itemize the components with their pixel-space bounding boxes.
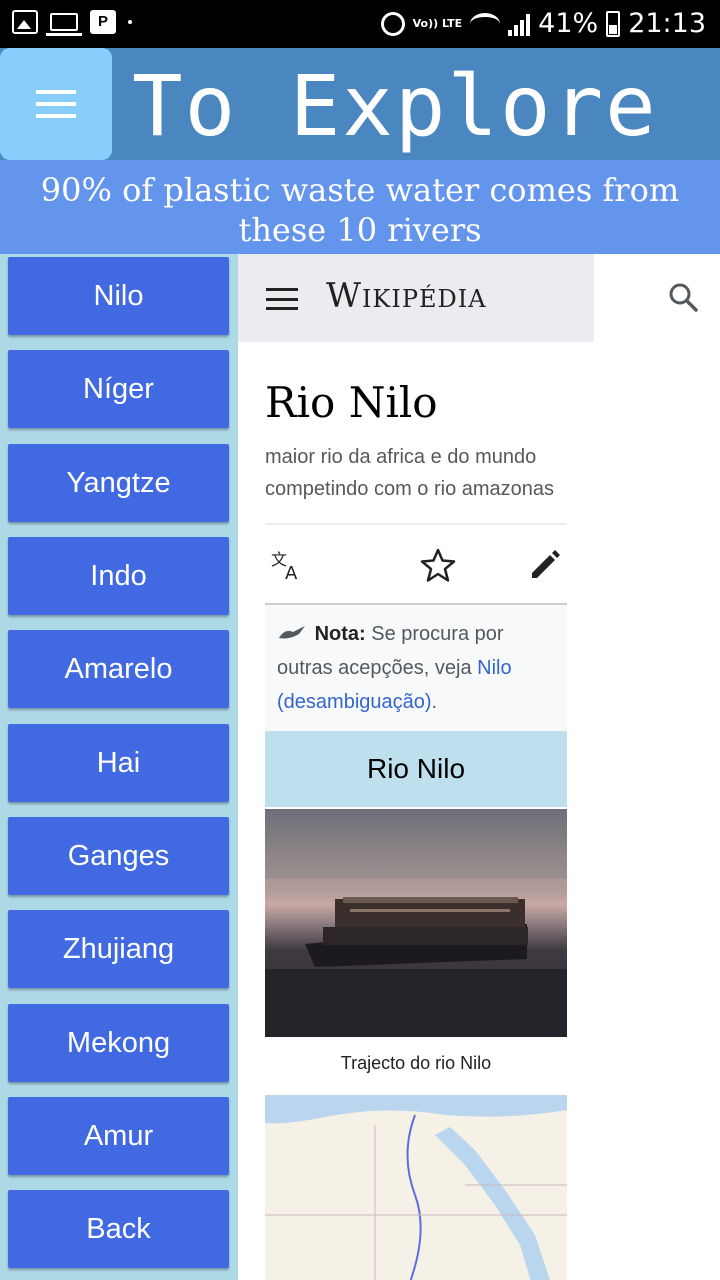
nile-boat-photo[interactable] [265, 809, 567, 1037]
gallery-icon [12, 10, 38, 34]
volte-indicator: Vo)) LTE [412, 16, 463, 30]
note-label: Nota: [314, 623, 366, 645]
river-button-amarelo[interactable]: Amarelo [8, 630, 229, 708]
signal-icon [508, 12, 531, 36]
river-button-niger[interactable]: Níger [8, 350, 229, 428]
system-icons: Vo)) LTE 41% 21:13 [380, 8, 706, 39]
river-button-nilo[interactable]: Nilo [8, 257, 229, 335]
clock: 21:13 [628, 8, 706, 39]
article: Rio Nilo maior rio da africa e do mundo … [265, 342, 567, 1280]
river-button-amur[interactable]: Amur [8, 1097, 229, 1175]
note-text: Se procura por outras acepções, veja [277, 623, 504, 679]
search-icon[interactable] [668, 282, 698, 312]
river-button-yangtze[interactable]: Yangtze [8, 444, 229, 522]
menu-button[interactable] [0, 48, 112, 160]
nile-map[interactable] [265, 1095, 567, 1280]
river-button-hai[interactable]: Hai [8, 724, 229, 802]
river-button-zhujiang[interactable]: Zhujiang [8, 910, 229, 988]
back-button[interactable]: Back [8, 1190, 229, 1268]
dot-icon [128, 20, 132, 24]
river-button-indo[interactable]: Indo [8, 537, 229, 615]
boat-illustration [265, 879, 567, 1037]
battery-percent: 41% [538, 8, 599, 39]
river-button-ganges[interactable]: Ganges [8, 817, 229, 895]
translate-icon[interactable]: 文 A [269, 547, 305, 583]
star-icon[interactable] [420, 547, 456, 583]
wifi-icon [470, 12, 501, 35]
map-illustration [265, 1095, 567, 1280]
menu-icon [36, 90, 76, 94]
article-description: maior rio da africa e do mundo competind… [265, 446, 555, 500]
parking-icon: P [90, 10, 116, 34]
article-title: Rio Nilo [265, 378, 438, 427]
notification-icons: P [12, 10, 132, 36]
alarm-icon [380, 11, 405, 36]
hamburger-icon[interactable] [266, 288, 298, 310]
wikipedia-logo[interactable]: Wikipédia [326, 276, 487, 316]
app-title: To Explore [132, 57, 658, 155]
article-actions: 文 A [265, 525, 567, 603]
status-bar: P Vo)) LTE 41% 21:13 [0, 0, 720, 48]
page-subtitle: 90% of plastic waste water comes from th… [0, 160, 720, 254]
wiki-header: Wikipédia [238, 254, 594, 342]
photo-caption: Trajecto do rio Nilo [340, 1053, 492, 1073]
wiki-webview[interactable]: Wikipédia Rio Nilo maior rio da africa e… [238, 254, 720, 1280]
laptop-icon [46, 13, 82, 36]
app-header: To Explore [0, 48, 720, 160]
svg-text:A: A [285, 563, 298, 583]
hatnote: Nota: Se procura por outras acepções, ve… [265, 605, 567, 731]
battery-icon [606, 10, 621, 37]
infobox-title: Rio Nilo [265, 731, 567, 807]
edit-icon[interactable] [527, 547, 563, 583]
note-icon [277, 619, 309, 639]
river-button-mekong[interactable]: Mekong [8, 1004, 229, 1082]
river-list: Nilo Níger Yangtze Indo Amarelo Hai Gang… [0, 254, 238, 1280]
